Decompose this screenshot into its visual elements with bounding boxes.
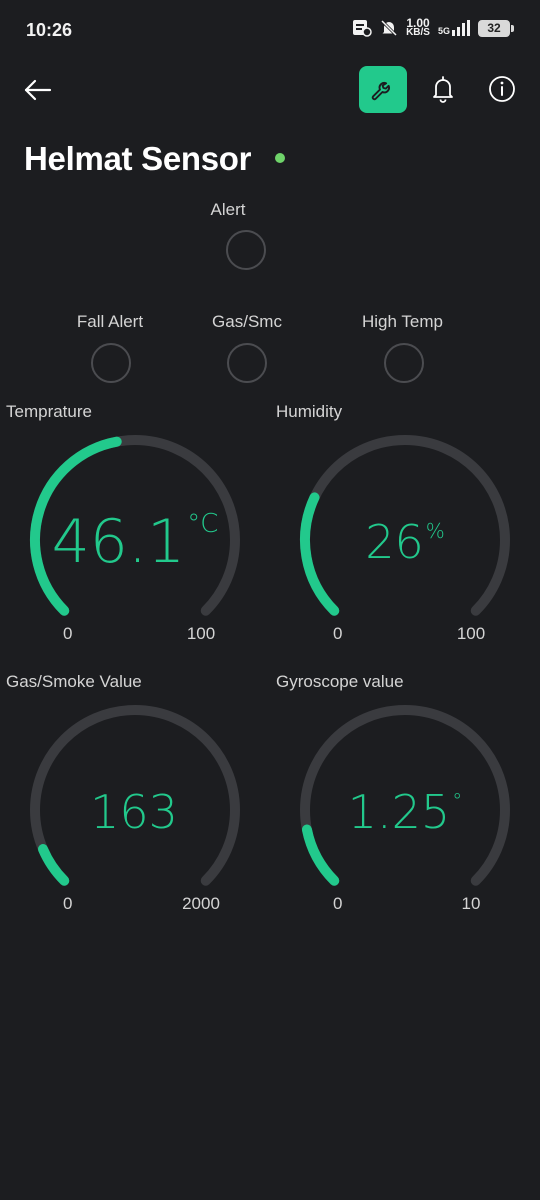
gauge-unit: % bbox=[425, 519, 445, 543]
page-title: Helmat Sensor bbox=[24, 140, 252, 177]
notification-icon bbox=[353, 20, 372, 37]
high-temp-alert-label: High Temp bbox=[362, 312, 443, 331]
gauge-max-label: 10 bbox=[461, 894, 481, 913]
gas-smoke-gauge-label: Gas/Smoke Value bbox=[6, 672, 142, 691]
gauge-value: 26% bbox=[270, 515, 540, 569]
gauge-value-number: 163 bbox=[90, 785, 178, 839]
gas-smoke-alert-indicator bbox=[227, 343, 267, 383]
status-time: 10:26 bbox=[26, 20, 73, 40]
gauge-value: 1.25 ° bbox=[270, 785, 540, 839]
temperature-gauge-label: Temprature bbox=[6, 402, 92, 421]
gauge-value: 46.1°C bbox=[0, 507, 270, 577]
gas-smoke-alert-label: Gas/Smc bbox=[212, 312, 282, 331]
gauge-value-number: 1.25 bbox=[347, 785, 451, 839]
info-icon[interactable] bbox=[487, 74, 517, 104]
status-bar: 10:26 1.00 KB/S 5G 32 bbox=[0, 0, 540, 60]
high-temp-alert-indicator bbox=[384, 343, 424, 383]
network-type: 5G bbox=[438, 20, 470, 36]
bell-icon[interactable] bbox=[428, 74, 458, 104]
alert-indicator bbox=[226, 230, 266, 270]
gauge-max-label: 2000 bbox=[182, 894, 220, 913]
gauge-min-label: 0 bbox=[63, 894, 73, 913]
signal-icon bbox=[452, 20, 470, 36]
fall-alert-indicator bbox=[91, 343, 131, 383]
gas-smoke-gauge: 163 0 2000 bbox=[0, 695, 270, 925]
humidity-gauge-label: Humidity bbox=[276, 402, 343, 421]
gauge-value-number: 26 bbox=[365, 515, 424, 569]
battery-icon: 32 bbox=[478, 19, 514, 37]
muted-bell-icon bbox=[381, 19, 398, 37]
settings-button[interactable] bbox=[359, 66, 407, 113]
gauge-unit: ° bbox=[452, 789, 463, 813]
gauge-max-label: 100 bbox=[456, 624, 486, 643]
gauge-min-label: 0 bbox=[63, 624, 73, 643]
gauge-unit: °C bbox=[187, 509, 219, 539]
humidity-gauge: 26% 0 100 bbox=[270, 425, 540, 655]
gauge-value: 163 bbox=[0, 785, 270, 839]
gyroscope-gauge: 1.25 ° 0 10 bbox=[270, 695, 540, 925]
temperature-gauge: 46.1°C 0 100 bbox=[0, 425, 270, 655]
network-speed: 1.00 KB/S bbox=[406, 16, 430, 38]
alert-label: Alert bbox=[210, 200, 246, 219]
gauge-fill bbox=[37, 844, 70, 886]
gauge-value-number: 46.1 bbox=[51, 507, 186, 577]
gauge-min-label: 0 bbox=[333, 894, 343, 913]
wrench-icon bbox=[371, 81, 390, 100]
online-status-indicator bbox=[275, 153, 285, 163]
gyroscope-gauge-label: Gyroscope value bbox=[276, 672, 404, 691]
gauge-max-label: 100 bbox=[186, 624, 216, 643]
fall-alert-label: Fall Alert bbox=[76, 312, 144, 331]
status-icons: 1.00 KB/S 5G 32 bbox=[352, 16, 514, 38]
back-arrow-icon[interactable] bbox=[22, 74, 54, 106]
gauge-min-label: 0 bbox=[333, 624, 343, 643]
